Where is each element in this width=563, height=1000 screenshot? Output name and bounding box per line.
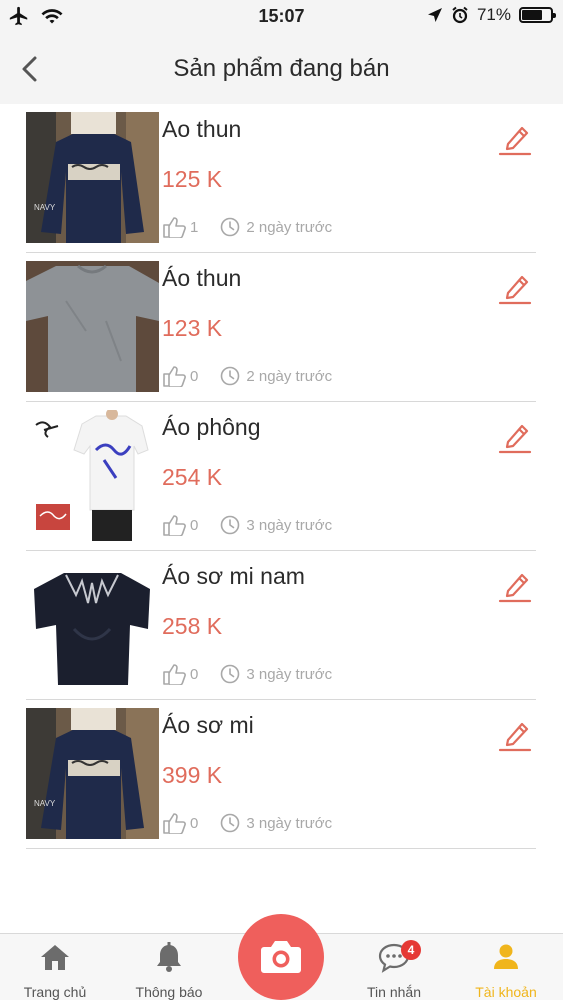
status-right: 71%: [427, 5, 556, 25]
page-title: Sản phẩm đang bán: [173, 55, 390, 82]
navy-longsleeve-shirt-image: NAVY: [26, 112, 159, 243]
nav-messages-label: Tin nhắn: [367, 984, 421, 1000]
svg-text:NAVY: NAVY: [34, 799, 56, 808]
edit-button[interactable]: [496, 118, 534, 158]
like-count: 1: [190, 218, 199, 236]
nav-home[interactable]: Trang chủ: [0, 934, 110, 1000]
location-arrow-icon: [427, 8, 442, 22]
product-price: 123 K: [162, 315, 223, 341]
product-meta: 0 3 ngày trước: [162, 812, 332, 834]
thumbs-up-icon[interactable]: [162, 663, 186, 685]
like-count: 0: [190, 665, 199, 683]
nav-account[interactable]: Tài khoản: [451, 934, 561, 1000]
edit-button[interactable]: [496, 565, 534, 605]
pencil-icon: [498, 722, 532, 752]
camera-button[interactable]: [238, 914, 324, 1000]
product-image[interactable]: [26, 410, 159, 541]
product-name: Ao thun: [162, 116, 242, 142]
bell-icon: [157, 942, 181, 972]
clock-icon: [221, 366, 240, 386]
battery-tip: [553, 13, 556, 18]
pencil-icon: [498, 573, 532, 603]
like-count: 0: [190, 814, 199, 832]
product-price: 399 K: [162, 762, 223, 788]
nav-notifications-label: Thông báo: [135, 984, 203, 1000]
product-name: Áo thun: [162, 265, 242, 291]
pencil-icon: [498, 424, 532, 454]
like-count: 0: [190, 516, 199, 534]
pencil-icon: [498, 126, 532, 156]
thumbs-up-icon[interactable]: [162, 812, 186, 834]
product-image[interactable]: [26, 261, 159, 392]
product-name: Áo sơ mi: [162, 712, 254, 738]
product-meta: 0 3 ngày trước: [162, 663, 332, 685]
messages-badge: 4: [401, 940, 421, 960]
thumbs-up-icon[interactable]: [162, 514, 186, 536]
product-meta: 1 2 ngày trước: [162, 216, 332, 238]
pencil-icon: [498, 275, 532, 305]
white-stussy-tshirt-image: [26, 410, 159, 541]
thumbs-up-icon[interactable]: [162, 365, 186, 387]
nav-messages[interactable]: 4 Tin nhắn: [339, 934, 449, 1000]
nav-home-label: Trang chủ: [23, 984, 87, 1000]
clock-icon: [221, 664, 240, 684]
product-name: Áo sơ mi nam: [162, 563, 305, 589]
product-meta: 0 3 ngày trước: [162, 514, 332, 536]
posted-time: 3 ngày trước: [246, 814, 333, 832]
svg-text:NAVY: NAVY: [34, 203, 56, 212]
alarm-icon: [452, 6, 468, 24]
product-price: 258 K: [162, 613, 223, 639]
product-price: 254 K: [162, 464, 223, 490]
battery-fill: [522, 10, 542, 20]
status-bar: 15:07 71%: [0, 0, 563, 34]
header: Sản phẩm đang bán: [0, 34, 563, 104]
like-count: 0: [190, 367, 199, 385]
product-image[interactable]: [26, 559, 159, 690]
clock-icon: [221, 515, 240, 535]
posted-time: 2 ngày trước: [246, 367, 333, 385]
product-item[interactable]: Áo thun 123 K 0 2 ngày trước: [26, 253, 536, 402]
product-image[interactable]: NAVY: [26, 708, 159, 839]
product-item[interactable]: Áo sơ mi nam 258 K 0 3 ngày trước: [26, 551, 536, 700]
nav-notifications[interactable]: Thông báo: [114, 934, 224, 1000]
product-item[interactable]: NAVY Áo sơ mi 399 K 0 3 ngày trước: [26, 700, 536, 849]
edit-button[interactable]: [496, 416, 534, 456]
nav-account-label: Tài khoản: [475, 984, 537, 1000]
product-item[interactable]: NAVY Ao thun 125 K 1 2 ngày trước: [26, 104, 536, 253]
posted-time: 3 ngày trước: [246, 665, 333, 683]
product-item[interactable]: Áo phông 254 K 0 3 ngày trước: [26, 402, 536, 551]
thumbs-up-icon[interactable]: [162, 216, 186, 238]
clock-icon: [221, 217, 240, 237]
home-icon: [41, 945, 69, 970]
posted-time: 3 ngày trước: [246, 516, 333, 534]
product-price: 125 K: [162, 166, 223, 192]
product-meta: 0 2 ngày trước: [162, 365, 332, 387]
black-compression-tshirt-image: [26, 559, 159, 690]
grey-tshirt-image: [26, 261, 159, 392]
camera-icon: [261, 941, 301, 973]
posted-time: 2 ngày trước: [246, 218, 333, 236]
clock-icon: [221, 813, 240, 833]
product-name: Áo phông: [162, 414, 261, 440]
edit-button[interactable]: [496, 267, 534, 307]
navy-longsleeve-shirt-image: NAVY: [26, 708, 159, 839]
edit-button[interactable]: [496, 714, 534, 754]
product-image[interactable]: NAVY: [26, 112, 159, 243]
battery-percent: 71%: [476, 5, 511, 24]
battery-icon: [519, 7, 556, 23]
user-icon: [494, 944, 518, 969]
